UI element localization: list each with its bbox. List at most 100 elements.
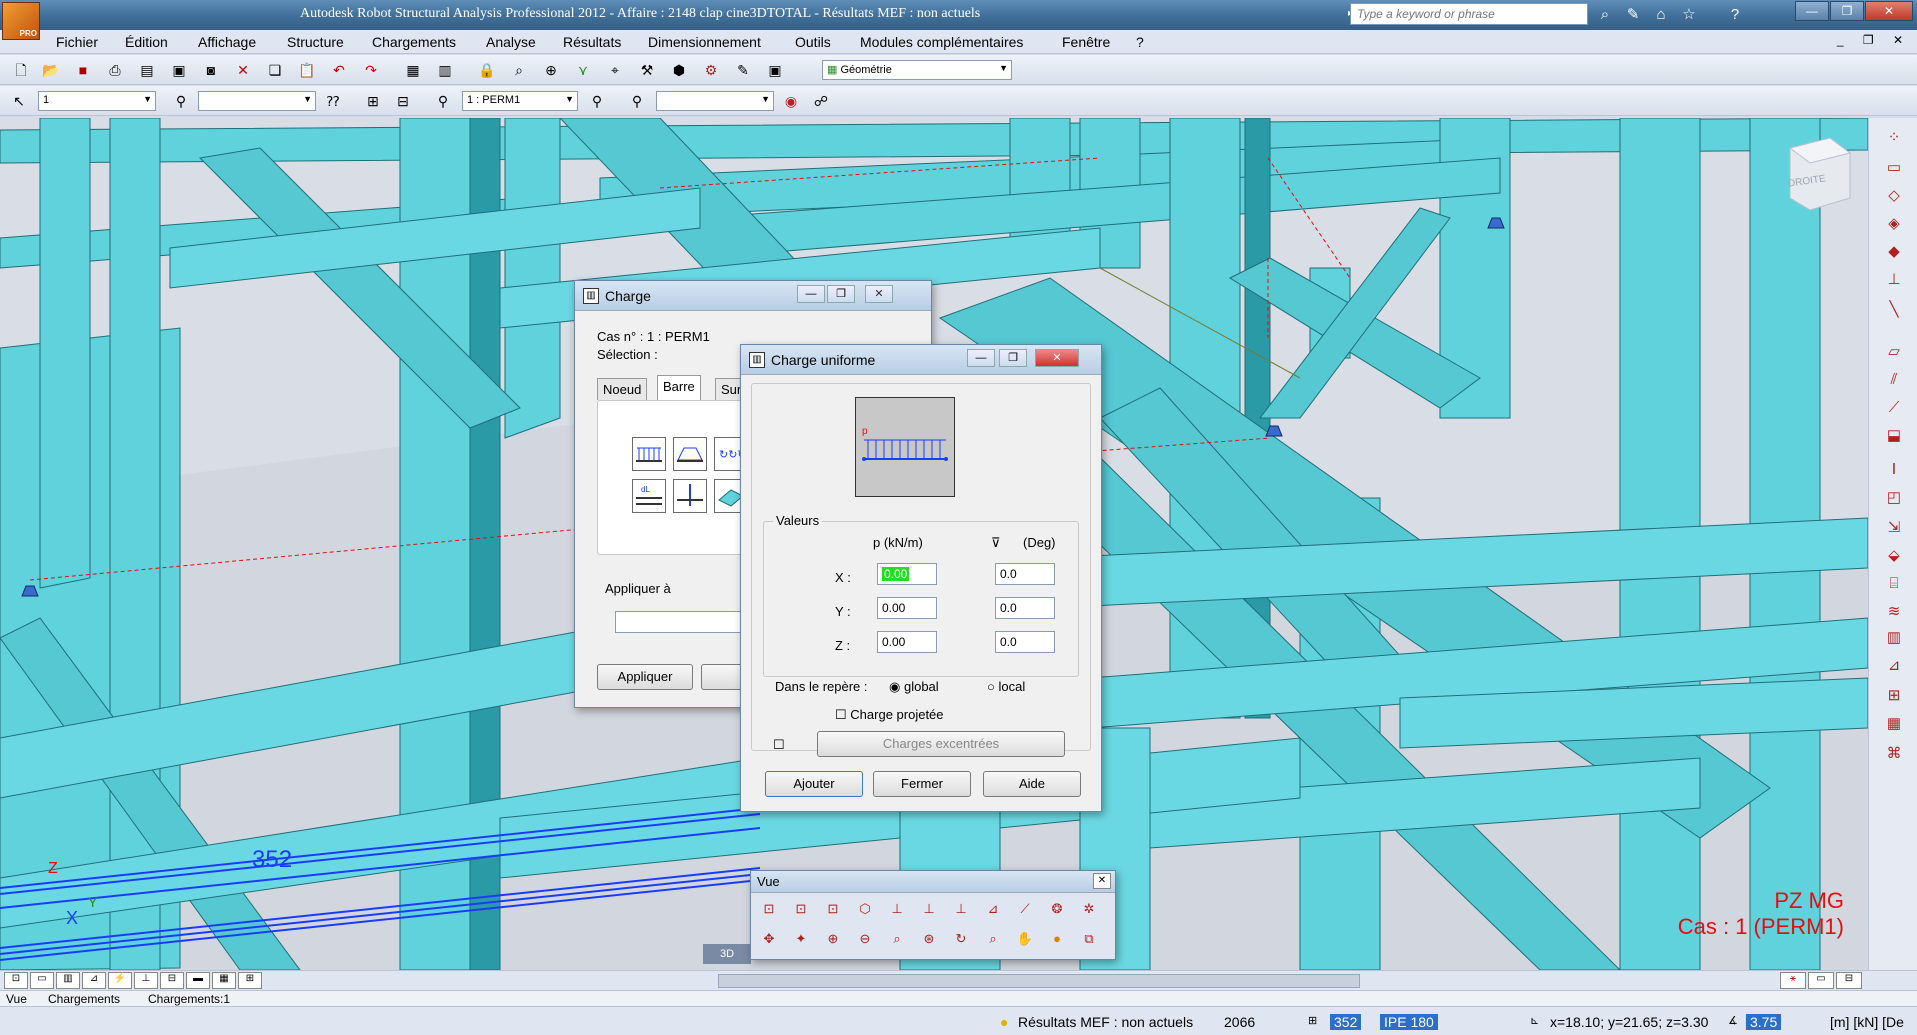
concentrated-load-icon[interactable]: [673, 479, 707, 513]
panel-icon[interactable]: ▱: [1881, 340, 1907, 364]
uniform-minimize-button[interactable]: —: [967, 349, 995, 367]
p-x-input[interactable]: 0.00: [877, 563, 937, 585]
minimize-button[interactable]: —: [1795, 1, 1829, 21]
bars-icon[interactable]: ▭: [1881, 156, 1907, 180]
member-icon[interactable]: ⚒: [636, 60, 658, 80]
display-attributes-icon[interactable]: ⊟: [392, 91, 414, 111]
load-table-icon[interactable]: ⚲: [626, 91, 648, 111]
section-view-icon[interactable]: ⊿: [981, 897, 1005, 921]
menu-fichier[interactable]: Fichier: [56, 34, 98, 50]
bottom-icon-5[interactable]: ⚡: [108, 972, 132, 989]
bottom-icon-1[interactable]: ⊡: [4, 972, 28, 989]
tab-barre[interactable]: Barre: [657, 375, 701, 400]
zoom-dynamic-icon[interactable]: ⌕: [981, 927, 1005, 951]
menu-fenetre[interactable]: Fenêtre: [1062, 34, 1110, 50]
global-radio[interactable]: ◉ global: [889, 679, 939, 695]
bottom-icon-8[interactable]: ▬: [186, 972, 210, 989]
select-bar-icon[interactable]: ⚲: [170, 91, 192, 111]
tools-icon[interactable]: ✎: [1622, 4, 1644, 26]
bottom-icon-6[interactable]: ⊥: [134, 972, 158, 989]
attr-icon-3[interactable]: ⊟: [1836, 972, 1862, 989]
calculator-icon[interactable]: ▦: [402, 60, 424, 80]
bottom-icon-2[interactable]: ▭: [30, 972, 54, 989]
axis-z-icon[interactable]: ⊥: [949, 897, 973, 921]
zoom-out-icon[interactable]: ⊖: [853, 927, 877, 951]
load-case-icon[interactable]: ⇲: [1881, 516, 1907, 540]
uniform-maximize-button[interactable]: ❐: [999, 349, 1027, 367]
offset-icon[interactable]: ⟋: [1881, 396, 1907, 420]
release-icon[interactable]: ⫽: [1881, 368, 1907, 392]
bottom-icon-7[interactable]: ⊟: [160, 972, 184, 989]
close-uniform-button[interactable]: Fermer: [873, 771, 971, 797]
angle-z-input[interactable]: 0.0: [995, 631, 1055, 653]
menu-edition[interactable]: Édition: [125, 34, 168, 50]
rotate-icon[interactable]: ◇: [1881, 184, 1907, 208]
print-composer-icon[interactable]: ▤: [136, 60, 158, 80]
layout-icon[interactable]: ▣: [764, 60, 786, 80]
angle-x-input[interactable]: 0.0: [995, 563, 1055, 585]
tab-chargements[interactable]: Chargements: [48, 992, 120, 1006]
combination-icon[interactable]: ⬙: [1881, 544, 1907, 568]
nodes-icon[interactable]: ⁘: [1881, 126, 1907, 150]
analysis-icon[interactable]: ⚙: [700, 60, 722, 80]
favorites-star-icon[interactable]: ☆: [1678, 4, 1700, 26]
frame-icon[interactable]: ⊞: [1881, 684, 1907, 708]
tab-vue[interactable]: Vue: [6, 992, 27, 1006]
section-icon[interactable]: ⌖: [604, 60, 626, 80]
local-radio[interactable]: ○ local: [987, 679, 1025, 694]
paste-icon[interactable]: 📋: [296, 60, 318, 80]
axis-y-icon[interactable]: ⊥: [917, 897, 941, 921]
select-node-icon[interactable]: ↖: [8, 91, 30, 111]
projected-load-checkbox[interactable]: ☐ Charge projetée: [835, 707, 944, 723]
tab-chargements-1[interactable]: Chargements:1: [148, 992, 230, 1006]
bottom-icon-3[interactable]: ▥: [56, 972, 80, 989]
uniform-close-button[interactable]: ✕: [1035, 349, 1079, 367]
section-icon[interactable]: ◈: [1881, 212, 1907, 236]
binoculars-icon[interactable]: ⌕: [1594, 4, 1616, 26]
maximize-button[interactable]: ❐: [1830, 1, 1864, 21]
attr-icon-1[interactable]: ⚹: [1780, 972, 1806, 989]
new-file-icon[interactable]: 🗋: [10, 60, 32, 80]
support-icon[interactable]: ⊥: [1881, 268, 1907, 292]
help-search-input[interactable]: Type a keyword or phrase: [1350, 3, 1588, 25]
trapezoid-load-icon[interactable]: [673, 437, 707, 471]
stairs-icon[interactable]: ⊿: [1881, 654, 1907, 678]
angle-y-input[interactable]: 0.0: [995, 597, 1055, 619]
subscription-icon[interactable]: ⌂: [1650, 4, 1672, 26]
rotate-view-icon[interactable]: ❂: [1045, 897, 1069, 921]
print-icon[interactable]: ⎙: [104, 60, 126, 80]
view-xy-icon[interactable]: ⊡: [821, 897, 845, 921]
apply-button[interactable]: Appliquer: [597, 664, 693, 690]
charge-minimize-button[interactable]: —: [797, 285, 825, 303]
lock-icon[interactable]: 🔒: [476, 60, 498, 80]
zoom-window-icon[interactable]: ⌕: [885, 927, 909, 951]
load-icon[interactable]: ⬓: [1881, 424, 1907, 448]
layout-select[interactable]: ▦ Géométrie ▼: [822, 60, 1012, 80]
load-case-icon[interactable]: ⚲: [432, 91, 454, 111]
preferences-icon[interactable]: ✎: [732, 60, 754, 80]
view-mode-tab[interactable]: 3D: [703, 944, 751, 964]
cube-icon[interactable]: ◰: [1881, 486, 1907, 510]
charge-close-button[interactable]: ✕: [865, 285, 893, 303]
zoom-all-icon[interactable]: ⊕: [540, 60, 562, 80]
redo-icon[interactable]: ↷: [360, 60, 382, 80]
uniform-load-icon[interactable]: [632, 437, 666, 471]
mdi-controls[interactable]: _ ❐ ✕: [1837, 33, 1911, 47]
pan-icon[interactable]: ☍: [810, 91, 832, 111]
perspective-icon[interactable]: ⟋: [1013, 897, 1037, 921]
move-icon[interactable]: ✥: [757, 927, 781, 951]
tab-noeud[interactable]: Noeud: [597, 378, 648, 400]
table-icon[interactable]: ▥: [1881, 626, 1907, 650]
selection-combo[interactable]: 1 ▼: [38, 91, 156, 111]
save-icon[interactable]: ■: [72, 60, 94, 80]
menu-resultats[interactable]: Résultats: [563, 34, 621, 50]
windows-icon[interactable]: ⧉: [1077, 927, 1101, 951]
view-xz-icon[interactable]: ⊡: [757, 897, 781, 921]
filter-icon[interactable]: ⁇: [322, 91, 344, 111]
menu-analyse[interactable]: Analyse: [486, 34, 536, 50]
bar-selection-combo[interactable]: ▼: [198, 91, 316, 111]
add-button[interactable]: Ajouter: [765, 771, 863, 797]
vue-panel-titlebar[interactable]: Vue ✕: [751, 871, 1115, 893]
display-icon[interactable]: ⊞: [362, 91, 384, 111]
uniform-dialog-titlebar[interactable]: ▥ Charge uniforme — ❐ ✕: [741, 345, 1101, 375]
